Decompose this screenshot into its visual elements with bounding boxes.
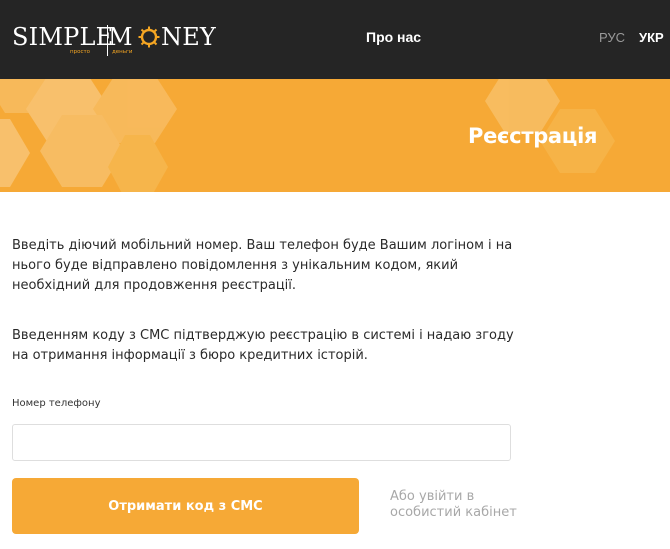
logo-word-m: M <box>108 23 133 51</box>
intro-line-1: Введіть діючий мобільний номер. Ваш теле… <box>12 238 513 253</box>
logo-tagline-1: просто <box>70 49 91 55</box>
intro-line-3: необхідний для продовження реєстрації. <box>12 278 297 293</box>
coin-icon <box>138 26 160 48</box>
lang-ua-link[interactable]: УКР <box>639 30 664 45</box>
lang-ru-link[interactable]: РУС <box>599 30 625 45</box>
intro-text: Введіть діючий мобільний номер. Ваш теле… <box>12 236 512 296</box>
logo-tagline-2: деньги <box>112 49 133 55</box>
phone-label: Номер телефону <box>12 398 101 409</box>
consent-line-1: Введенням коду з СМС підтверджую реєстра… <box>12 328 514 343</box>
site-header: SIMPLE M NEY просто деньги Про нас РУС У… <box>0 0 670 79</box>
logo-word-ney: NEY <box>161 23 216 51</box>
logo-word-simple: SIMPLE <box>12 23 114 51</box>
site-logo[interactable]: SIMPLE M NEY просто деньги <box>12 22 216 58</box>
login-link[interactable]: Або увійти в особистий кабінет <box>390 489 517 521</box>
login-link-line-1: Або увійти в <box>390 489 475 504</box>
phone-input[interactable] <box>12 424 511 461</box>
intro-line-2: нього буде відправлено повідомлення з ун… <box>12 258 459 273</box>
login-link-line-2: особистий кабінет <box>390 505 517 520</box>
consent-line-2: на отримання інформації з бюро кредитних… <box>12 348 368 363</box>
nav-about-link[interactable]: Про нас <box>366 29 421 45</box>
page-title: Реєстрація <box>468 124 598 148</box>
consent-text: Введенням коду з СМС підтверджую реєстра… <box>12 326 514 366</box>
get-sms-code-button[interactable]: Отримати код з СМС <box>12 478 359 534</box>
page-banner: Реєстрація <box>0 79 670 192</box>
